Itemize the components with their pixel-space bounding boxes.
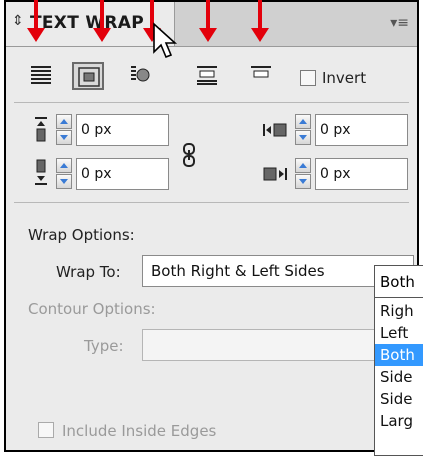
include-inside-edges-label: Include Inside Edges: [62, 422, 217, 440]
panel-menu-icon[interactable]: ▾≡: [390, 15, 409, 31]
collapse-icon[interactable]: ⇕: [12, 13, 24, 29]
divider: [14, 102, 409, 103]
dropdown-option-selected[interactable]: Both: [375, 344, 423, 366]
invert-checkbox[interactable]: [300, 70, 316, 86]
wrap-options-heading: Wrap Options:: [28, 226, 135, 244]
left-offset-stepper[interactable]: [295, 114, 311, 146]
bottom-offset-icon: [35, 159, 47, 185]
dropdown-option[interactable]: Side: [375, 366, 423, 388]
dropdown-current-value[interactable]: Both: [375, 266, 423, 298]
dropdown-option[interactable]: Righ: [375, 300, 423, 322]
no-wrap-icon: [31, 66, 51, 84]
divider: [14, 202, 409, 203]
annotation-arrow: [93, 0, 111, 42]
wrap-to-label: Wrap To:: [56, 263, 121, 281]
dropdown-option[interactable]: Larg: [375, 410, 423, 432]
wrap-object-shape-button[interactable]: [126, 62, 158, 90]
top-offset-icon: [35, 117, 47, 142]
annotation-arrow: [251, 0, 269, 42]
jump-next-column-icon: [251, 66, 271, 78]
annotation-arrow: [199, 0, 217, 42]
type-label: Type:: [84, 337, 124, 355]
left-offset-field[interactable]: 0 px: [315, 114, 408, 146]
annotation-arrow: [27, 0, 45, 42]
invert-label: Invert: [322, 69, 367, 87]
wrap-bounding-box-button[interactable]: [72, 62, 104, 90]
link-chain-icon[interactable]: [178, 142, 200, 168]
wrap-to-dropdown-list[interactable]: Both Righ Left Both Side Side Larg: [374, 265, 423, 456]
panel-title: TEXT WRAP: [30, 13, 144, 33]
bottom-offset-field[interactable]: 0 px: [76, 158, 169, 190]
top-offset-field[interactable]: 0 px: [76, 114, 169, 146]
dropdown-option[interactable]: Left: [375, 322, 423, 344]
right-offset-icon: [263, 167, 287, 181]
jump-object-icon: [197, 66, 217, 85]
no-text-wrap-button[interactable]: [26, 62, 58, 90]
top-offset-stepper[interactable]: [56, 114, 72, 146]
text-wrap-panel: ⇕ TEXT WRAP ▾≡ Invert 0 px 0 px 0 px 0 p…: [4, 0, 419, 452]
right-offset-field[interactable]: 0 px: [315, 158, 408, 190]
left-offset-icon: [263, 123, 287, 137]
bottom-offset-stepper[interactable]: [56, 158, 72, 190]
mouse-cursor-icon: [153, 22, 178, 59]
bounding-box-wrap-icon: [78, 67, 100, 87]
right-offset-stepper[interactable]: [295, 158, 311, 190]
jump-next-column-button[interactable]: [246, 62, 278, 90]
object-shape-wrap-icon: [131, 66, 150, 82]
include-inside-edges-checkbox[interactable]: [38, 422, 54, 438]
contour-options-heading: Contour Options:: [28, 300, 156, 318]
dropdown-option[interactable]: Side: [375, 388, 423, 410]
jump-object-button[interactable]: [192, 62, 224, 90]
